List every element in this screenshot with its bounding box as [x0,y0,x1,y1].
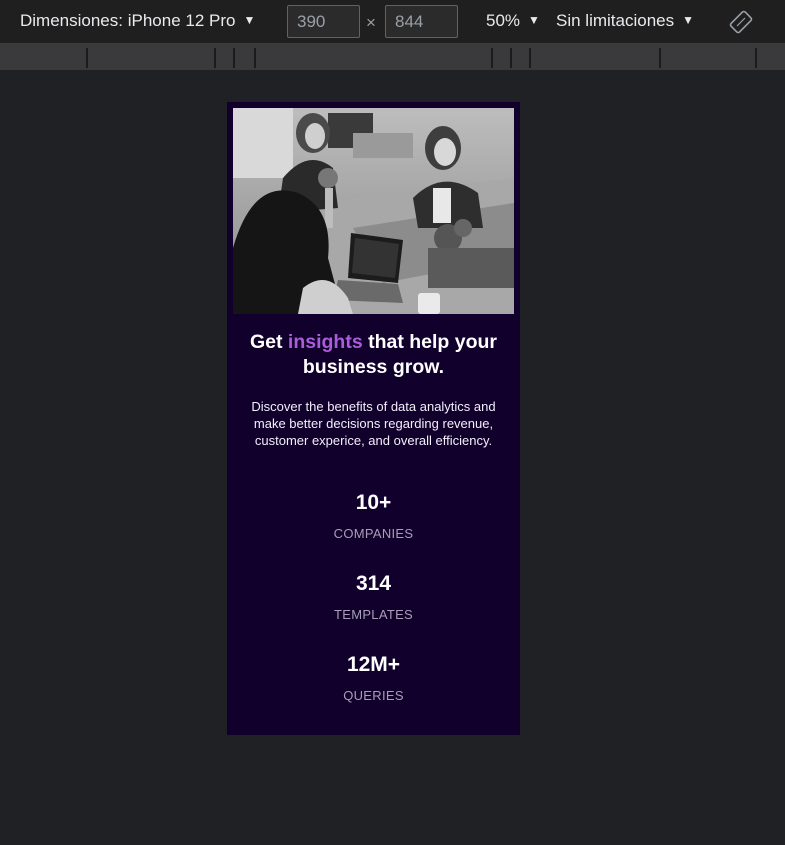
chevron-down-icon: ▼ [528,13,540,27]
media-query-divider [510,48,512,68]
stat-value: 10+ [355,491,392,514]
media-query-bar[interactable] [0,44,785,70]
stat-queries: 12M+ QUERIES [227,653,520,703]
device-toolbar: Dimensiones: iPhone 12 Pro ▼ × 50% ▼ Sin l… [0,0,785,44]
zoom-label: 50% [486,11,521,30]
stat-value: 314 [355,572,392,595]
hero-image [233,108,514,314]
throttling-label: Sin limitaciones [556,11,675,30]
chevron-down-icon: ▼ [243,13,256,27]
media-query-divider [755,48,757,68]
chevron-down-icon: ▼ [682,13,694,27]
media-query-divider [254,48,256,68]
media-query-divider [86,48,88,68]
times-separator: × [366,13,376,32]
zoom-select[interactable]: 50% ▼ [486,11,540,31]
device-select[interactable]: Dimensiones: iPhone 12 Pro ▼ [20,11,255,31]
media-query-divider [214,48,216,68]
page-headline: Get insights that help your business gro… [227,330,520,380]
media-query-divider [491,48,493,68]
media-query-divider [659,48,661,68]
device-label: Dimensiones: iPhone 12 Pro [20,11,236,30]
width-input[interactable] [287,5,360,38]
headline-pre: Get [249,331,288,353]
height-input[interactable] [385,5,458,38]
stat-value: 12M+ [346,653,401,676]
stat-label: COMPANIES [333,526,414,541]
media-query-divider [233,48,235,68]
stat-companies: 10+ COMPANIES [227,491,520,541]
throttling-select[interactable]: Sin limitaciones ▼ [556,11,694,31]
media-query-divider [529,48,531,68]
stat-label: TEMPLATES [333,607,414,622]
stat-templates: 314 TEMPLATES [227,572,520,622]
device-viewport: Get insights that help your business gro… [227,102,520,735]
stat-label: QUERIES [343,688,404,703]
page-description: Discover the benefits of data analytics … [251,399,496,448]
headline-accent: insights [287,331,363,353]
rotate-icon[interactable] [729,10,753,34]
